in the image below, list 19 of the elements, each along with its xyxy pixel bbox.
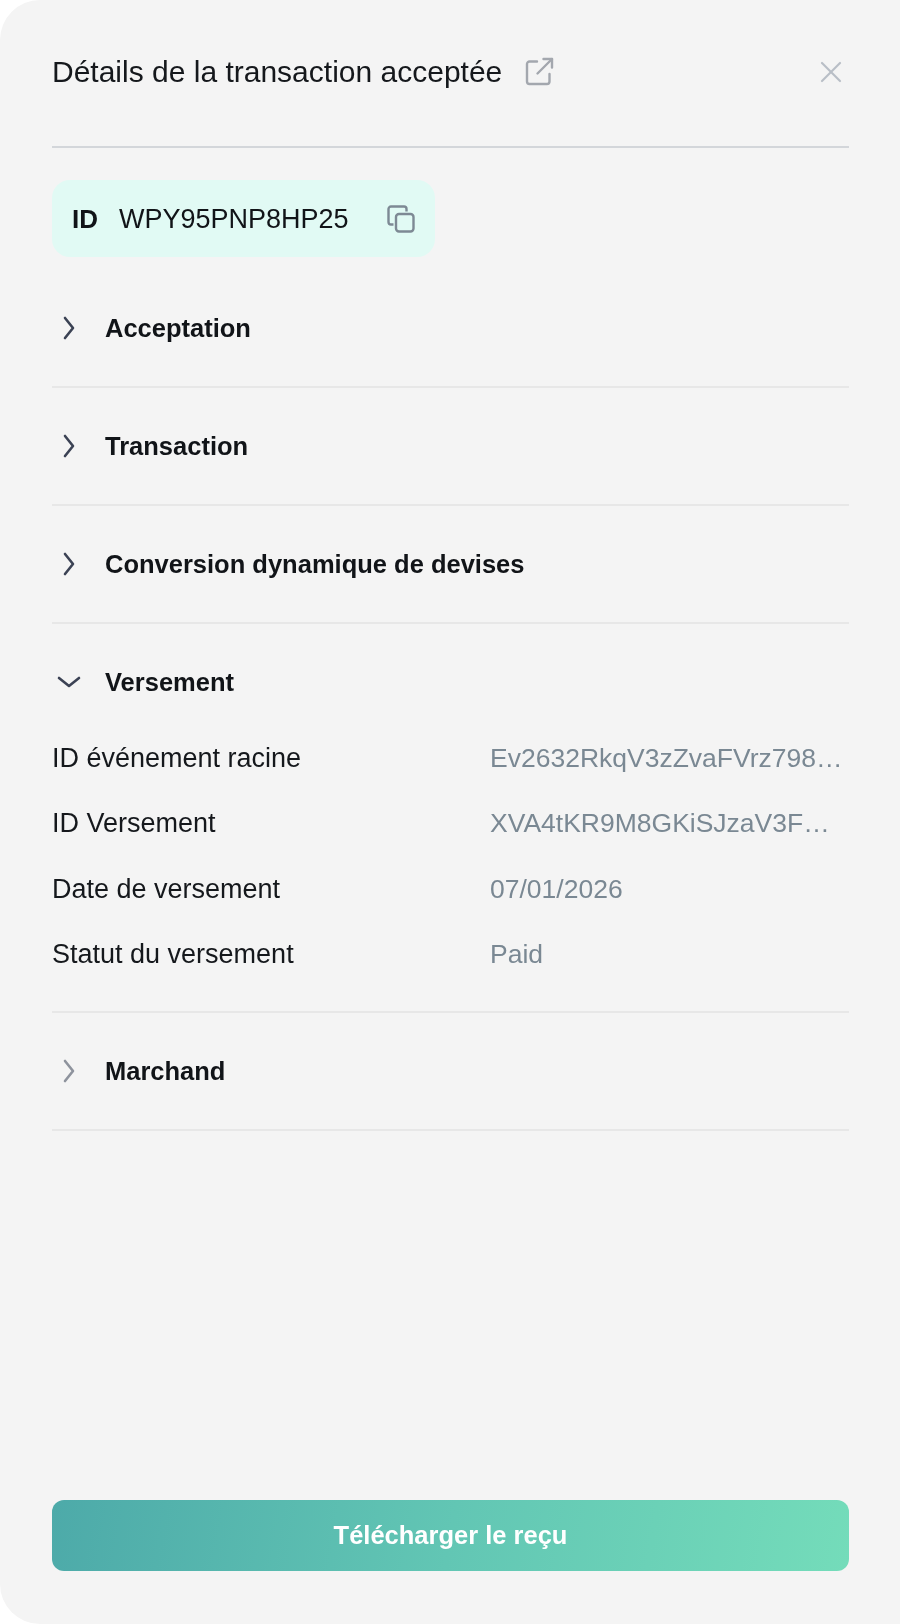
- copy-icon[interactable]: [386, 204, 415, 233]
- close-icon[interactable]: [820, 61, 842, 83]
- field-label: Statut du versement: [52, 938, 295, 971]
- panel-title: Détails de la transaction acceptée: [52, 54, 503, 90]
- field-value: Ev2632RkqV3zZvaFVrz798…: [490, 741, 843, 774]
- field-label: ID Versement: [52, 807, 217, 840]
- field-value: XVA4tKR9M8GKiSJzaV3F…: [490, 807, 830, 840]
- field-value: Paid: [490, 938, 544, 971]
- id-value: WPY95PNP8HP25: [119, 203, 349, 234]
- field-label: Date de versement: [52, 872, 282, 905]
- section-toggle[interactable]: Transaction: [52, 431, 249, 461]
- field-label: ID événement racine: [52, 741, 303, 774]
- external-link-icon[interactable]: [524, 57, 555, 87]
- id-label: ID: [72, 203, 98, 234]
- section-toggle[interactable]: Conversion dynamique de devises: [52, 549, 525, 579]
- section-toggle[interactable]: Acceptation: [52, 313, 251, 343]
- section-toggle[interactable]: Marchand: [52, 1056, 226, 1086]
- section-toggle[interactable]: Versement: [52, 667, 234, 697]
- field-value: 07/01/2026: [490, 872, 623, 905]
